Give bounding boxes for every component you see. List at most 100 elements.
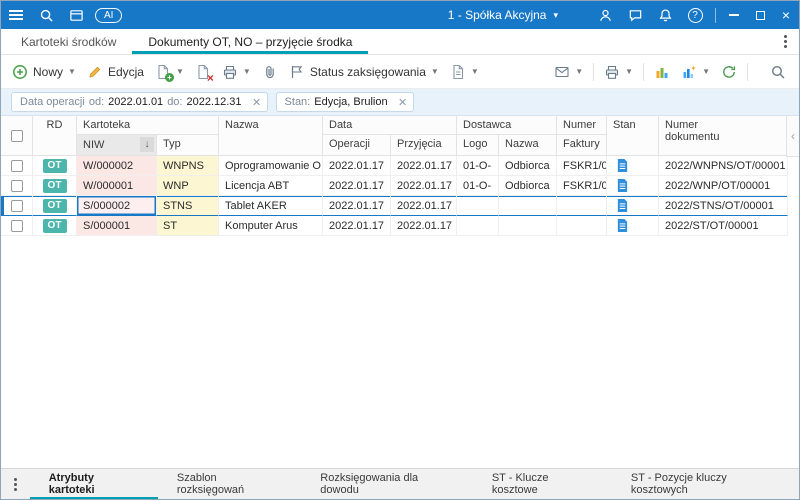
cell-data-operacji[interactable]: 2022.01.17 xyxy=(323,196,391,216)
cell-niw-focused[interactable]: S/000002 xyxy=(77,196,157,216)
column-group-data[interactable]: Data xyxy=(323,116,457,135)
cell-numer-dokumentu[interactable]: 2022/WNP/OT/00001 xyxy=(659,176,788,196)
tab-rozksiegowania-dla-dowodu[interactable]: Rozksięgowania dla dowodu xyxy=(301,469,473,499)
cell-niw[interactable]: S/000001 xyxy=(77,216,157,236)
cell-data-przyjecia[interactable]: 2022.01.17 xyxy=(391,196,457,216)
cell-numer-dokumentu[interactable]: 2022/STNS/OT/00001 xyxy=(659,196,788,216)
tab-kartoteki-srodkow[interactable]: Kartoteki środków xyxy=(5,29,132,54)
chat-icon[interactable] xyxy=(620,1,650,29)
locator-search-button[interactable] xyxy=(765,60,791,84)
tab-atrybuty-kartoteki[interactable]: Atrybuty kartoteki xyxy=(30,469,158,499)
column-header-stan[interactable]: Stan xyxy=(607,116,660,156)
new-document-button[interactable]: + ▼ xyxy=(150,60,189,84)
cell-rd[interactable]: OT xyxy=(33,216,77,236)
column-header-operacji[interactable]: Operacji xyxy=(323,135,391,156)
cell-rd[interactable]: OT xyxy=(33,176,77,196)
select-all-checkbox[interactable] xyxy=(10,129,23,142)
new-button[interactable]: Nowy ▼ xyxy=(7,60,81,84)
cell-numer-dokumentu[interactable]: 2022/WNPNS/OT/00001 xyxy=(659,156,788,176)
cell-stan[interactable] xyxy=(607,176,660,196)
cell-dostawca-nazwa[interactable]: Odbiorca xyxy=(499,156,558,176)
export-print-button[interactable]: ▼ xyxy=(599,60,638,84)
delete-document-button[interactable]: × xyxy=(190,60,216,84)
document-menu-button[interactable]: ▼ xyxy=(445,60,484,84)
company-selector[interactable]: 1 - Spółka Akcyjna ▾ xyxy=(442,1,564,29)
row-checkbox[interactable] xyxy=(10,179,23,192)
cell-numer-faktury[interactable]: FSKR1/0 xyxy=(557,156,608,176)
filter-chip-state[interactable]: Stan: Edycja, Brulion ✕ xyxy=(275,92,414,112)
edit-button[interactable]: Edycja xyxy=(82,60,149,84)
tab-overflow-menu[interactable] xyxy=(771,29,799,54)
bar-chart-button[interactable] xyxy=(649,60,675,84)
cell-data-operacji[interactable]: 2022.01.17 xyxy=(323,216,391,236)
filter-from-value[interactable]: 2022.01.01 xyxy=(108,96,163,108)
cell-numer-faktury[interactable] xyxy=(557,216,608,236)
bottom-tabs-menu[interactable] xyxy=(1,469,30,499)
send-email-button[interactable]: ▼ xyxy=(549,60,588,84)
column-header-typ[interactable]: Typ xyxy=(157,135,219,156)
collapse-panel-icon[interactable]: ‹ xyxy=(786,116,799,157)
cell-dostawca-nazwa[interactable] xyxy=(499,216,558,236)
minimize-icon[interactable] xyxy=(721,1,747,29)
refresh-button[interactable] xyxy=(716,60,742,84)
print-button[interactable]: ▼ xyxy=(217,60,256,84)
cell-stan[interactable] xyxy=(607,156,660,176)
menu-icon[interactable] xyxy=(1,1,31,29)
column-header-logo[interactable]: Logo xyxy=(457,135,499,156)
column-header-dostawca-nazwa[interactable]: Nazwa xyxy=(499,135,558,156)
column-header-numer-dokumentu[interactable]: Numer dokumentu xyxy=(659,116,788,156)
tab-szablon-rozksiegowan[interactable]: Szablon rozksięgowań xyxy=(158,469,301,499)
row-checkbox-cell[interactable] xyxy=(1,216,33,236)
tab-dokumenty-ot-no[interactable]: Dokumenty OT, NO – przyjęcie środka xyxy=(132,29,368,54)
cell-nazwa[interactable]: Licencja ABT xyxy=(219,176,323,196)
filter-to-value[interactable]: 2022.12.31 xyxy=(186,96,241,108)
table-row[interactable]: OT W/000001 WNP Licencja ABT 2022.01.17 … xyxy=(1,176,788,196)
help-icon[interactable]: ? xyxy=(680,1,710,29)
cell-numer-dokumentu[interactable]: 2022/ST/OT/00001 xyxy=(659,216,788,236)
filter-state-value[interactable]: Edycja, Brulion xyxy=(314,96,387,108)
cell-data-operacji[interactable]: 2022.01.17 xyxy=(323,176,391,196)
column-group-numer[interactable]: Numer xyxy=(557,116,608,135)
panels-icon[interactable] xyxy=(61,1,91,29)
row-checkbox[interactable] xyxy=(10,199,23,212)
cell-nazwa[interactable]: Komputer Arus xyxy=(219,216,323,236)
cell-nazwa[interactable]: Tablet AKER xyxy=(219,196,323,216)
column-header-rd[interactable]: RD xyxy=(33,116,77,156)
row-checkbox-cell[interactable] xyxy=(1,156,33,176)
column-header-faktury[interactable]: Faktury xyxy=(557,135,608,156)
row-checkbox-cell[interactable] xyxy=(1,176,33,196)
cell-logo[interactable] xyxy=(457,216,499,236)
cell-numer-faktury[interactable] xyxy=(557,196,608,216)
cell-numer-faktury[interactable]: FSKR1/0 xyxy=(557,176,608,196)
row-checkbox[interactable] xyxy=(10,159,23,172)
table-row[interactable]: OT S/000001 ST Komputer Arus 2022.01.17 … xyxy=(1,216,788,236)
cell-typ[interactable]: ST xyxy=(157,216,219,236)
attachment-button[interactable] xyxy=(257,60,283,84)
cell-logo[interactable] xyxy=(457,196,499,216)
cell-logo[interactable]: 01-O- xyxy=(457,176,499,196)
ai-badge[interactable]: AI xyxy=(95,7,123,23)
chart-wizard-button[interactable]: ▼ xyxy=(676,60,715,84)
row-checkbox-cell[interactable] xyxy=(1,196,33,216)
cell-stan[interactable] xyxy=(607,216,660,236)
cell-data-przyjecia[interactable]: 2022.01.17 xyxy=(391,156,457,176)
table-row-selected[interactable]: OT S/000002 STNS Tablet AKER 2022.01.17 … xyxy=(1,196,788,216)
cell-data-przyjecia[interactable]: 2022.01.17 xyxy=(391,216,457,236)
filter-chip-date[interactable]: Data operacji od: 2022.01.01 do: 2022.12… xyxy=(11,92,268,112)
tab-st-klucze-kosztowe[interactable]: ST - Klucze kosztowe xyxy=(473,469,612,499)
remove-state-filter-icon[interactable]: ✕ xyxy=(395,94,411,110)
cell-niw[interactable]: W/000001 xyxy=(77,176,157,196)
bell-icon[interactable] xyxy=(650,1,680,29)
row-checkbox[interactable] xyxy=(10,219,23,232)
remove-date-filter-icon[interactable]: ✕ xyxy=(249,94,265,110)
table-row[interactable]: OT W/000002 WNPNS Oprogramowanie O 2022.… xyxy=(1,156,788,176)
column-header-nazwa[interactable]: Nazwa xyxy=(219,116,323,156)
cell-dostawca-nazwa[interactable]: Odbiorca xyxy=(499,176,558,196)
column-group-dostawca[interactable]: Dostawca xyxy=(457,116,558,135)
cell-data-przyjecia[interactable]: 2022.01.17 xyxy=(391,176,457,196)
cell-logo[interactable]: 01-O- xyxy=(457,156,499,176)
cell-typ[interactable]: STNS xyxy=(157,196,219,216)
column-header-przyjecia[interactable]: Przyjęcia xyxy=(391,135,457,156)
close-icon[interactable]: × xyxy=(773,1,799,29)
cell-data-operacji[interactable]: 2022.01.17 xyxy=(323,156,391,176)
